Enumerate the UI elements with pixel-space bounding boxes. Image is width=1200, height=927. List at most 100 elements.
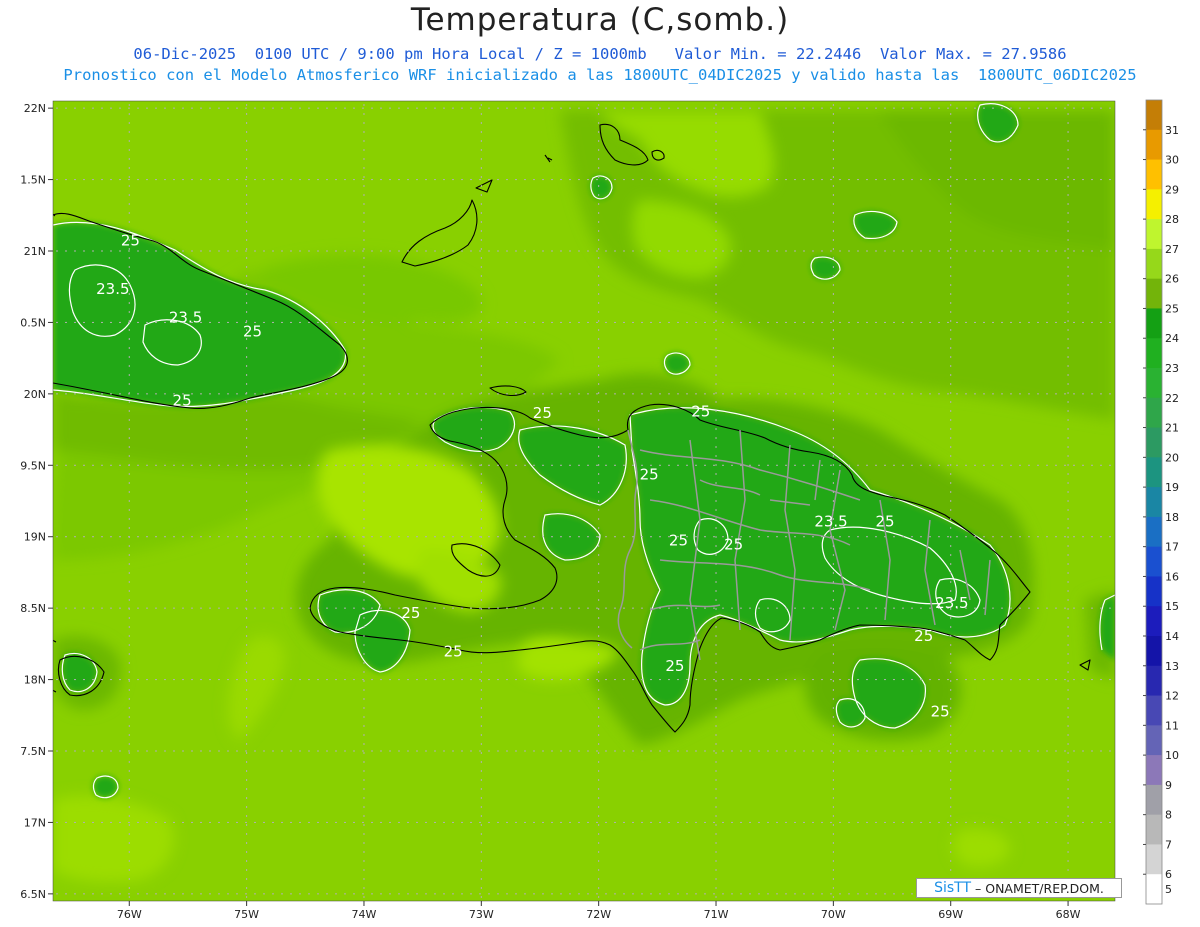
grid-dot <box>950 356 952 358</box>
grid-dot <box>578 821 580 823</box>
grid-dot <box>246 482 248 484</box>
grid-dot <box>227 179 229 181</box>
grid-dot <box>56 607 58 609</box>
grid-dot <box>794 393 796 395</box>
grid-dot <box>281 464 283 466</box>
grid-dot <box>480 356 482 358</box>
grid-dot <box>254 893 256 895</box>
grid-dot <box>875 179 877 181</box>
grid-dot <box>344 393 346 395</box>
grid-dot <box>128 851 130 853</box>
grid-dot <box>950 590 952 592</box>
grid-dot <box>380 250 382 252</box>
grid-dot <box>254 750 256 752</box>
grid-dot <box>209 536 211 538</box>
grid-dot <box>272 893 274 895</box>
grid-dot <box>832 662 834 664</box>
grid-dot <box>794 536 796 538</box>
grid-dot <box>598 860 600 862</box>
grid-dot <box>1010 250 1012 252</box>
grid-dot <box>488 321 490 323</box>
grid-dot <box>146 607 148 609</box>
legend-swatch <box>1146 219 1162 250</box>
grid-dot <box>832 734 834 736</box>
grid-dot <box>929 821 931 823</box>
legend-swatch <box>1146 397 1162 429</box>
grid-dot <box>434 607 436 609</box>
grid-dot <box>598 401 600 403</box>
lat-tick-label: 0.5N <box>20 316 46 329</box>
grid-dot <box>137 607 139 609</box>
grid-dot <box>480 500 482 502</box>
lon-tick-label: 76W <box>117 908 142 921</box>
grid-dot <box>992 821 994 823</box>
grid-dot <box>715 491 717 493</box>
grid-dot <box>246 527 248 529</box>
grid-dot <box>281 607 283 609</box>
grid-dot <box>758 393 760 395</box>
grid-dot <box>200 179 202 181</box>
grid-dot <box>480 491 482 493</box>
grid-dot <box>598 635 600 637</box>
grid-dot <box>524 750 526 752</box>
grid-dot <box>246 266 248 268</box>
grid-dot <box>1028 607 1030 609</box>
grid-dot <box>715 473 717 475</box>
grid-dot <box>587 464 589 466</box>
grid-dot <box>362 250 364 252</box>
grid-dot <box>137 893 139 895</box>
contour-label: 25 <box>533 404 552 422</box>
grid-dot <box>875 893 877 895</box>
grid-dot <box>353 893 355 895</box>
grid-dot <box>950 815 952 817</box>
grid-dot <box>246 833 248 835</box>
grid-dot <box>542 893 544 895</box>
grid-dot <box>598 761 600 763</box>
grid-dot <box>363 410 365 412</box>
grid-dot <box>110 321 112 323</box>
grid-dot <box>598 581 600 583</box>
legend-swatch <box>1146 278 1162 309</box>
grid-dot <box>598 257 600 259</box>
legend-swatch <box>1146 129 1162 161</box>
grid-dot <box>623 821 625 823</box>
grid-dot <box>128 321 130 323</box>
grid-dot <box>83 179 85 181</box>
grid-dot <box>1028 321 1030 323</box>
grid-dot <box>551 750 553 752</box>
grid-dot <box>598 626 600 628</box>
grid-dot <box>488 607 490 609</box>
grid-dot <box>598 878 600 880</box>
grid-dot <box>497 464 499 466</box>
grid-dot <box>884 250 886 252</box>
grid-dot <box>425 607 427 609</box>
grid-dot <box>1073 321 1075 323</box>
grid-dot <box>371 393 373 395</box>
grid-dot <box>1067 662 1069 664</box>
grid-dot <box>1037 250 1039 252</box>
grid-dot <box>480 734 482 736</box>
grid-dot <box>605 893 607 895</box>
grid-dot <box>839 536 841 538</box>
grid-dot <box>715 563 717 565</box>
grid-dot <box>911 179 913 181</box>
grid-dot <box>950 680 952 682</box>
grid-dot <box>218 893 220 895</box>
grid-dot <box>488 107 490 109</box>
grid-dot <box>56 893 58 895</box>
legend-label: 13 <box>1165 660 1179 673</box>
grid-dot <box>407 250 409 252</box>
grid-dot <box>218 107 220 109</box>
grid-dot <box>1067 131 1069 133</box>
grid-dot <box>578 679 580 681</box>
grid-dot <box>110 250 112 252</box>
grid-dot <box>598 698 600 700</box>
grid-dot <box>1037 536 1039 538</box>
grid-dot <box>461 464 463 466</box>
grid-dot <box>164 107 166 109</box>
grid-dot <box>598 410 600 412</box>
grid-dot <box>128 761 130 763</box>
grid-dot <box>598 482 600 484</box>
grid-dot <box>1067 716 1069 718</box>
grid-dot <box>832 392 834 394</box>
